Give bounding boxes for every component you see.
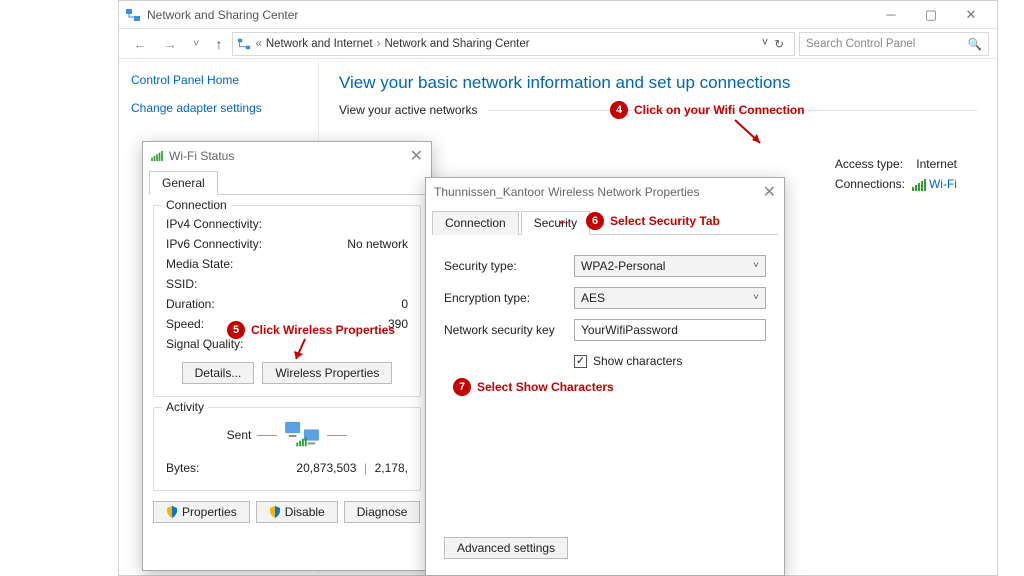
search-input[interactable]: Search Control Panel 🔍 bbox=[799, 32, 989, 56]
close-button[interactable]: ✕ bbox=[410, 146, 423, 166]
chevron-down-icon: ˅ bbox=[753, 256, 759, 276]
security-type-label: Security type: bbox=[444, 256, 574, 276]
signal-label: Signal Quality: bbox=[166, 334, 296, 354]
maximize-button[interactable]: ▢ bbox=[911, 4, 951, 26]
tab-connection[interactable]: Connection bbox=[432, 211, 519, 235]
network-icon bbox=[237, 37, 251, 51]
crumb-current[interactable]: Network and Sharing Center bbox=[384, 38, 529, 50]
titlebar: Network and Sharing Center ─ ▢ ✕ bbox=[119, 1, 997, 29]
dialog-titlebar: Wi-Fi Status ✕ bbox=[143, 142, 431, 170]
tab-strip: General bbox=[149, 170, 425, 195]
wireless-properties-button[interactable]: Wireless Properties bbox=[262, 362, 392, 384]
back-button[interactable]: ← bbox=[127, 36, 153, 52]
minimize-button[interactable]: ─ bbox=[871, 4, 911, 26]
dialog-titlebar: Thunnissen_Kantoor Wireless Network Prop… bbox=[426, 178, 784, 206]
chevron-down-icon: ˅ bbox=[753, 288, 759, 308]
crumb-parent[interactable]: Network and Internet bbox=[266, 38, 373, 50]
speed-value: 390 bbox=[296, 314, 408, 334]
advanced-settings-button[interactable]: Advanced settings bbox=[444, 537, 568, 559]
group-connection: Connection IPv4 Connectivity: IPv6 Conne… bbox=[153, 205, 421, 397]
nav-control-panel-home[interactable]: Control Panel Home bbox=[131, 73, 306, 87]
close-button[interactable]: ✕ bbox=[951, 4, 991, 26]
speed-label: Speed: bbox=[166, 314, 296, 334]
shield-icon bbox=[166, 506, 178, 518]
diagnose-button[interactable]: Diagnose bbox=[344, 501, 421, 523]
dropdown-icon[interactable]: ˅ bbox=[762, 37, 769, 51]
history-dropdown[interactable]: ˅ bbox=[187, 38, 205, 50]
group-activity: Activity Sent Bytes: 20,873,503 | 2,178, bbox=[153, 407, 421, 491]
group-label: Connection bbox=[162, 198, 231, 212]
encryption-type-select[interactable]: AES˅ bbox=[574, 287, 766, 309]
up-button[interactable]: ↑ bbox=[209, 36, 228, 52]
media-label: Media State: bbox=[166, 254, 296, 274]
refresh-icon[interactable]: ↻ bbox=[774, 37, 784, 51]
window-title: Network and Sharing Center bbox=[147, 8, 298, 22]
details-button[interactable]: Details... bbox=[182, 362, 255, 384]
network-info: Access type: Internet Connections: Wi-Fi bbox=[835, 154, 957, 194]
bytes-label: Bytes: bbox=[166, 458, 284, 478]
section-label: View your active networks bbox=[339, 103, 478, 117]
section-active-networks: View your active networks bbox=[339, 103, 977, 117]
group-label: Activity bbox=[162, 400, 208, 414]
ipv6-label: IPv6 Connectivity: bbox=[166, 234, 296, 254]
dialog-title: Wi-Fi Status bbox=[169, 149, 234, 163]
security-key-label: Network security key bbox=[444, 320, 574, 340]
tab-strip: Connection Security bbox=[432, 210, 778, 235]
checkbox-icon: ✓ bbox=[574, 355, 587, 368]
dialog-title: Thunnissen_Kantoor Wireless Network Prop… bbox=[434, 185, 699, 199]
network-activity-icon bbox=[283, 420, 321, 450]
close-button[interactable]: ✕ bbox=[763, 182, 776, 202]
properties-button[interactable]: Properties bbox=[153, 501, 250, 523]
security-type-select[interactable]: WPA2-Personal˅ bbox=[574, 255, 766, 277]
access-type-value: Internet bbox=[916, 157, 957, 171]
duration-label: Duration: bbox=[166, 294, 296, 314]
ipv6-value: No network bbox=[296, 234, 408, 254]
encryption-type-label: Encryption type: bbox=[444, 288, 574, 308]
disable-button[interactable]: Disable bbox=[256, 501, 338, 523]
shield-icon bbox=[269, 506, 281, 518]
security-key-input[interactable]: YourWifiPassword bbox=[574, 319, 766, 341]
connections-label: Connections: bbox=[835, 177, 905, 191]
wifi-signal-icon bbox=[912, 179, 926, 191]
sent-label: Sent bbox=[227, 428, 252, 442]
access-type-label: Access type: bbox=[835, 157, 903, 171]
checkbox-label: Show characters bbox=[593, 351, 682, 371]
tab-security[interactable]: Security bbox=[521, 211, 590, 235]
ssid-label: SSID: bbox=[166, 274, 296, 294]
breadcrumb[interactable]: « Network and Internet › Network and Sha… bbox=[232, 32, 795, 56]
search-placeholder: Search Control Panel bbox=[806, 38, 915, 50]
show-characters-checkbox[interactable]: ✓ Show characters bbox=[574, 351, 682, 371]
network-icon bbox=[125, 7, 141, 23]
duration-value: 0 bbox=[296, 294, 408, 314]
search-icon: 🔍 bbox=[968, 37, 982, 51]
wifi-status-dialog: Wi-Fi Status ✕ General Connection IPv4 C… bbox=[142, 141, 432, 571]
forward-button[interactable]: → bbox=[157, 36, 183, 52]
wifi-signal-icon bbox=[151, 151, 163, 161]
tab-general[interactable]: General bbox=[149, 171, 218, 195]
bytes-received: 2,178, bbox=[375, 458, 408, 478]
bytes-sent: 20,873,503 bbox=[284, 458, 357, 478]
address-bar: ← → ˅ ↑ « Network and Internet › Network… bbox=[119, 29, 997, 59]
wifi-connection-link[interactable]: Wi-Fi bbox=[929, 177, 957, 191]
page-heading: View your basic network information and … bbox=[339, 73, 977, 93]
ipv4-label: IPv4 Connectivity: bbox=[166, 214, 296, 234]
nav-change-adapter[interactable]: Change adapter settings bbox=[131, 101, 306, 115]
wireless-properties-dialog: Thunnissen_Kantoor Wireless Network Prop… bbox=[425, 177, 785, 576]
